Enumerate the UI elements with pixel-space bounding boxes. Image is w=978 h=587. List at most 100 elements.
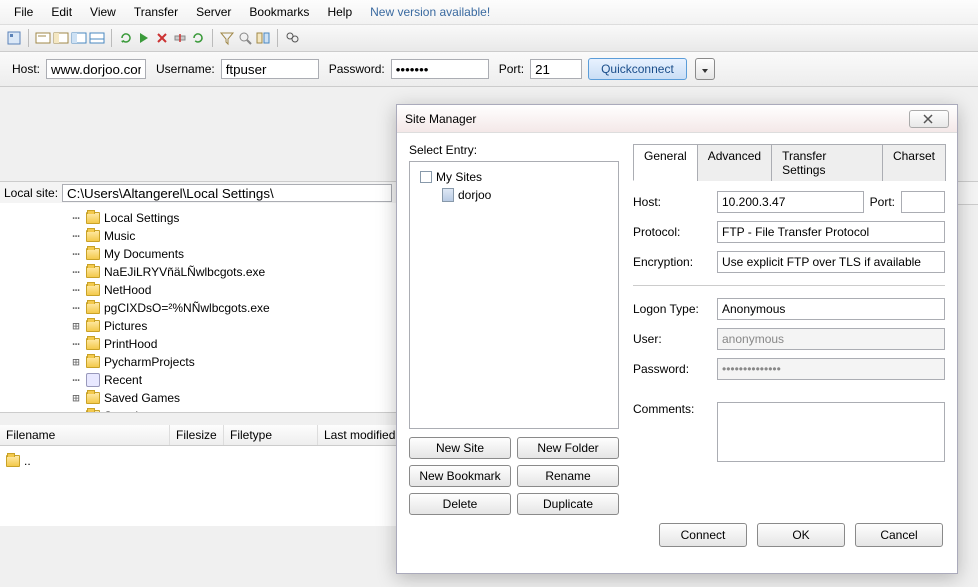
tree-connector-icon: ⋯ — [70, 229, 82, 243]
reconnect-icon[interactable] — [190, 30, 206, 46]
col-filetype[interactable]: Filetype — [224, 425, 318, 445]
host-input[interactable] — [46, 59, 146, 79]
site-entry-tree[interactable]: My Sites dorjoo — [409, 161, 619, 429]
file-list[interactable]: .. — [0, 446, 408, 526]
tree-connector-icon: ⋯ — [70, 283, 82, 297]
dialog-host-input[interactable] — [717, 191, 864, 213]
tree-node[interactable]: ⊞PycharmProjects — [70, 353, 404, 371]
toggle-queue-icon[interactable] — [89, 30, 105, 46]
port-input[interactable] — [530, 59, 582, 79]
disconnect-icon[interactable] — [172, 30, 188, 46]
process-queue-icon[interactable] — [136, 30, 152, 46]
new-site-button[interactable]: New Site — [409, 437, 511, 459]
col-last-modified[interactable]: Last modified — [318, 425, 408, 445]
tree-node[interactable]: ⊞Pictures — [70, 317, 404, 335]
new-bookmark-button[interactable]: New Bookmark — [409, 465, 511, 487]
menu-update-available[interactable]: New version available! — [362, 3, 498, 21]
tab-general[interactable]: General — [633, 144, 698, 181]
delete-button[interactable]: Delete — [409, 493, 511, 515]
comments-textarea[interactable] — [717, 402, 945, 462]
settings-panel: General Advanced Transfer Settings Chars… — [633, 143, 945, 515]
tree-node-label: PrintHood — [104, 337, 157, 351]
tree-node[interactable]: ⋯PrintHood — [70, 335, 404, 353]
tab-advanced[interactable]: Advanced — [697, 144, 772, 181]
tree-node[interactable]: ⋯Searches — [70, 407, 404, 413]
menu-view[interactable]: View — [82, 3, 124, 21]
dialog-port-input[interactable] — [901, 191, 945, 213]
recent-icon — [86, 373, 100, 387]
password-input[interactable] — [391, 59, 489, 79]
menu-edit[interactable]: Edit — [43, 3, 80, 21]
tree-node-label: NaEJiLRYVñäLÑwlbcgots.exe — [104, 265, 265, 279]
connect-button[interactable]: Connect — [659, 523, 747, 547]
tree-node[interactable]: ⋯My Documents — [70, 245, 404, 263]
menu-transfer[interactable]: Transfer — [126, 3, 186, 21]
menu-server[interactable]: Server — [188, 3, 239, 21]
tree-root-label: My Sites — [436, 170, 482, 184]
tree-node[interactable]: ⋯Recent — [70, 371, 404, 389]
username-input[interactable] — [221, 59, 319, 79]
toolbar-separator — [277, 29, 278, 47]
tree-root-my-sites[interactable]: My Sites — [414, 168, 614, 186]
logon-type-label: Logon Type: — [633, 302, 711, 316]
cancel-icon[interactable] — [154, 30, 170, 46]
tree-node[interactable]: ⋯Local Settings — [70, 209, 404, 227]
search-icon[interactable] — [237, 30, 253, 46]
dialog-host-label: Host: — [633, 195, 711, 209]
comments-label: Comments: — [633, 402, 711, 416]
logon-type-select[interactable]: Anonymous — [717, 298, 945, 320]
col-filename[interactable]: Filename — [0, 425, 170, 445]
local-site-path-input[interactable] — [62, 184, 392, 202]
duplicate-button[interactable]: Duplicate — [517, 493, 619, 515]
compare-icon[interactable] — [255, 30, 271, 46]
new-folder-button[interactable]: New Folder — [517, 437, 619, 459]
local-directory-tree[interactable]: ⋯Local Settings⋯Music⋯My Documents⋯NaEJi… — [0, 203, 408, 413]
dialog-password-label: Password: — [633, 362, 711, 376]
toggle-log-icon[interactable] — [35, 30, 51, 46]
tree-node[interactable]: ⋯pgCIXDsO=²%NÑwlbcgots.exe — [70, 299, 404, 317]
menu-bookmarks[interactable]: Bookmarks — [241, 3, 317, 21]
rename-button[interactable]: Rename — [517, 465, 619, 487]
folder-icon — [6, 455, 20, 467]
menu-file[interactable]: File — [6, 3, 41, 21]
toggle-remote-tree-icon[interactable] — [71, 30, 87, 46]
protocol-select[interactable]: FTP - File Transfer Protocol — [717, 221, 945, 243]
tree-node[interactable]: ⋯NetHood — [70, 281, 404, 299]
folder-icon — [86, 266, 100, 278]
refresh-icon[interactable] — [118, 30, 134, 46]
encryption-select[interactable]: Use explicit FTP over TLS if available — [717, 251, 945, 273]
menu-help[interactable]: Help — [319, 3, 360, 21]
tree-node[interactable]: ⊞ Saved Games — [70, 389, 404, 407]
tree-node-label: Saved Games — [104, 391, 180, 405]
dialog-password-input — [717, 358, 945, 380]
cancel-button[interactable]: Cancel — [855, 523, 943, 547]
quickconnect-dropdown[interactable] — [695, 58, 715, 80]
folder-icon — [86, 338, 100, 350]
tree-node[interactable]: ⋯Music — [70, 227, 404, 245]
tree-connector-icon: ⋯ — [70, 211, 82, 225]
filter-icon[interactable] — [219, 30, 235, 46]
toggle-local-tree-icon[interactable] — [53, 30, 69, 46]
col-filesize[interactable]: Filesize — [170, 425, 224, 445]
tab-charset[interactable]: Charset — [882, 144, 946, 181]
tab-transfer-settings[interactable]: Transfer Settings — [771, 144, 883, 181]
server-icon — [442, 188, 454, 202]
expander-plus-icon[interactable]: ⊞ — [70, 355, 82, 369]
list-item[interactable]: .. — [6, 452, 402, 470]
quickconnect-button[interactable]: Quickconnect — [588, 58, 687, 80]
dialog-titlebar[interactable]: Site Manager — [397, 105, 957, 133]
dialog-footer: Connect OK Cancel — [397, 523, 957, 559]
tree-node-label: Recent — [104, 373, 142, 387]
tree-site-item[interactable]: dorjoo — [414, 186, 614, 204]
username-label: Username: — [156, 62, 215, 76]
site-manager-dialog: Site Manager Select Entry: My Sites dorj… — [396, 104, 958, 574]
folder-icon — [86, 302, 100, 314]
expander-plus-icon[interactable]: ⊞ — [70, 319, 82, 333]
expander-plus-icon[interactable]: ⊞ — [70, 391, 82, 405]
dialog-close-button[interactable] — [909, 110, 949, 128]
site-manager-icon[interactable] — [6, 30, 22, 46]
find-icon[interactable] — [284, 30, 300, 46]
ok-button[interactable]: OK — [757, 523, 845, 547]
tree-node[interactable]: ⋯NaEJiLRYVñäLÑwlbcgots.exe — [70, 263, 404, 281]
folder-icon — [86, 230, 100, 242]
